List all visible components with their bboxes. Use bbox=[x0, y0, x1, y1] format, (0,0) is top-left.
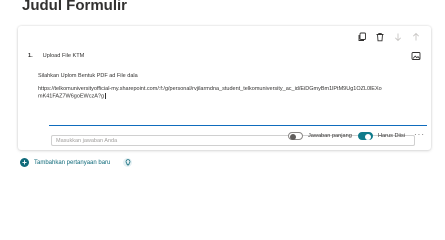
required-toggle[interactable] bbox=[358, 132, 373, 140]
question-toolbar bbox=[357, 32, 421, 42]
copy-icon[interactable] bbox=[357, 32, 367, 42]
toggle-knob bbox=[365, 133, 371, 140]
question-description: Silahkan Uplom Bentuk PDF ad File dala bbox=[38, 73, 138, 80]
add-question-label[interactable]: Tambahkan pertanyaan baru bbox=[34, 160, 110, 166]
long-answer-label: Jawaban panjang bbox=[308, 133, 352, 139]
required-label: Harus Diisi bbox=[378, 133, 406, 139]
text-caret bbox=[105, 92, 107, 99]
form-title[interactable]: Judul Formulir bbox=[22, 0, 127, 14]
long-answer-toggle[interactable] bbox=[288, 132, 303, 140]
more-options-button[interactable]: ··· bbox=[414, 131, 425, 139]
arrow-down-icon[interactable] bbox=[393, 32, 403, 42]
delete-icon[interactable] bbox=[375, 32, 385, 42]
lightbulb-icon bbox=[125, 159, 131, 166]
question-title-input[interactable]: Upload File KTM bbox=[40, 51, 410, 60]
add-icon: + bbox=[20, 158, 29, 167]
toggle-knob bbox=[290, 133, 296, 140]
description-link-text: https://telkomuniversityofficial-my.shar… bbox=[38, 86, 383, 100]
insert-media-icon[interactable] bbox=[411, 51, 421, 61]
description-line-1: Silahkan Uplom Bentuk PDF ad File dala bbox=[38, 73, 138, 79]
question-number: 1. bbox=[28, 52, 33, 59]
description-line-2: https://telkomuniversityofficial-my.shar… bbox=[38, 86, 382, 100]
required-option: Harus Diisi bbox=[358, 132, 405, 140]
form-editor-page: Judul Formulir 1. Upload File KTM Masukk… bbox=[0, 0, 445, 210]
suggestion-icon[interactable] bbox=[123, 158, 133, 167]
long-answer-option: Jawaban panjang bbox=[288, 132, 352, 140]
add-question-row[interactable]: + Tambahkan pertanyaan baru bbox=[20, 158, 133, 167]
question-header: 1. Upload File KTM bbox=[28, 51, 410, 60]
arrow-up-icon[interactable] bbox=[411, 32, 421, 42]
